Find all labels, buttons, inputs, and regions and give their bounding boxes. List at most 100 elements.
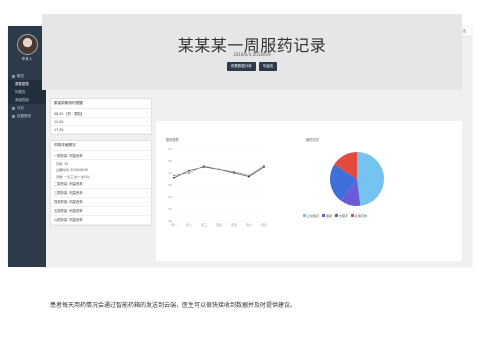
sidebar-item-settings[interactable]: 设置修改: [8, 112, 46, 120]
sidebar-item-label: 周数据表: [15, 81, 29, 86]
medicine-name: 五周药量: 阿莫西林: [54, 209, 83, 214]
reminder-row[interactable]: 12:30 ›: [51, 118, 151, 126]
legend-item: 未服药: [335, 214, 348, 218]
chevron-right-icon: ›: [146, 119, 148, 124]
medicine-row-expanded[interactable]: 一周药量: 阿莫西林 ⌄: [51, 151, 151, 160]
x-tick-label: 周四: [216, 222, 222, 227]
gear-icon: [12, 114, 15, 118]
pie-chart-title: 服药情况: [306, 138, 319, 142]
x-tick-label: 周六: [246, 222, 252, 227]
legend-label: 正常服药: [307, 214, 320, 218]
data-point: [263, 164, 265, 167]
medicine-row[interactable]: 六周药量: 阿莫西林 ›: [51, 216, 151, 225]
y-tick-label: 80: [168, 159, 172, 163]
hero-banner: 某某某一周服药记录 2018/6/3-2018/6/9 查看数据分析 写留言: [42, 14, 462, 90]
pie-legend: 正常服药 漏服 未服药 补服药物: [303, 214, 367, 218]
y-tick-label: 90: [168, 147, 172, 151]
legend-label: 漏服: [326, 214, 333, 218]
y-tick-label: 50: [168, 195, 172, 199]
y-tick-label: 60: [168, 183, 172, 187]
medicine-row[interactable]: 二周药量: 阿莫西林 ›: [51, 180, 151, 189]
chevron-right-icon: ›: [146, 208, 148, 213]
chevron-right-icon: ›: [146, 190, 148, 195]
x-tick-label: 周日: [261, 222, 267, 227]
chevron-down-icon: ⌄: [145, 153, 148, 157]
legend-label: 补服药物: [355, 214, 368, 218]
panel-title: 药物详细情况: [51, 141, 151, 151]
line-chart-title: 服药趋势: [166, 138, 179, 142]
user-name: 李某人: [21, 57, 33, 61]
pie-slice: [357, 152, 385, 206]
reminder-time: 17:30: [54, 127, 64, 132]
legend-swatch: [335, 214, 339, 217]
pie-chart: [330, 152, 385, 206]
sidebar-item-comments[interactable]: 评论: [8, 104, 46, 112]
data-point: [248, 174, 250, 177]
sidebar-item-label: 列表页: [15, 89, 26, 94]
sidebar-item-label: 评论: [17, 105, 24, 110]
chevron-right-icon: ›: [146, 111, 148, 115]
medicine-name: 六周药量: 阿莫西林: [54, 218, 83, 223]
chevron-right-icon: ›: [146, 181, 148, 186]
x-tick-label: 周二: [186, 222, 192, 227]
medicine-row[interactable]: 四周药量: 阿莫西林 ›: [51, 198, 151, 207]
data-point: [188, 169, 190, 172]
legend-swatch: [322, 214, 326, 217]
legend-swatch: [351, 214, 355, 217]
view-analysis-button[interactable]: 查看数据分析: [226, 62, 256, 71]
x-tick-label: 周五: [231, 222, 237, 227]
date-range: 2018/6/3-2018/6/9: [233, 52, 271, 57]
medicine-name: 四周药量: 阿莫西林: [54, 200, 83, 205]
medicine-name: 一周药量: 阿莫西林: [54, 153, 83, 158]
reminder-time: 08:30 【药 · 颗粒】: [54, 111, 85, 116]
data-point: [233, 170, 235, 173]
data-point: [188, 172, 190, 174]
sidebar-item-label: 添加药品: [15, 97, 29, 102]
line-chart: 30405060708090周一 周二 周三 周四 周五 周六 周日: [168, 147, 267, 227]
medicine-panel: 药物详细情况 一周药量: 阿莫西林 ⌄ 剂量: 30 过期时间: 2018/06/…: [50, 140, 152, 226]
chevron-right-icon: ›: [146, 217, 148, 222]
legend-item: 正常服药: [303, 214, 319, 218]
reminder-time: 12:30: [54, 119, 64, 124]
data-point: [218, 168, 220, 171]
sidebar-subitem-add-medicine[interactable]: 添加药品: [8, 96, 46, 104]
home-icon: [12, 74, 15, 78]
panel-title: 患者周期用药提醒: [51, 99, 151, 109]
data-point: [173, 176, 175, 179]
medicine-detail: 过期时间: 2018/06/30: [56, 168, 89, 173]
chevron-right-icon: ›: [146, 199, 148, 204]
medicine-detail: 剂量: 一天三次(一次2片): [56, 174, 91, 179]
y-tick-label: 70: [168, 171, 172, 175]
sidebar-nav: 概览 周数据表 列表页 添加药品 评论 设置修改: [8, 72, 46, 120]
hero-actions: 查看数据分析 写留言: [42, 62, 462, 71]
chart-area: 服药趋势 30 40 50 60 70 80 90 周一 周二 周三 周四 周五 周六 周日 服药情况 正…: [156, 121, 462, 261]
sidebar: 李某人 概览 周数据表 列表页 添加药品 评论 设置修改: [8, 26, 46, 267]
sidebar-item-overview[interactable]: 概览: [8, 72, 46, 80]
legend-item: 补服药物: [351, 214, 367, 218]
x-tick-label: 周一: [171, 222, 177, 227]
legend-item: 漏服: [322, 214, 332, 218]
medicine-row[interactable]: 三周药量: 阿莫西林 ›: [51, 189, 151, 198]
x-tick-label: 周三: [201, 222, 207, 227]
sidebar-item-label: 概览: [17, 73, 24, 78]
series-line: [173, 165, 265, 176]
legend-label: 未服药: [339, 214, 349, 218]
reminder-row[interactable]: 08:30 【药 · 颗粒】 ›: [51, 109, 151, 118]
medicine-detail: 剂量: 30: [56, 161, 69, 166]
reminder-row[interactable]: 17:30 ›: [51, 126, 151, 134]
write-message-button[interactable]: 写留言: [258, 62, 278, 71]
sidebar-subitem-weekly[interactable]: 周数据表: [8, 80, 46, 88]
y-tick-label: 40: [168, 207, 172, 211]
chevron-right-icon: ›: [146, 127, 148, 132]
reminder-panel: 患者周期用药提醒 08:30 【药 · 颗粒】 › 12:30 › 17:30 ›: [50, 98, 152, 135]
avatar[interactable]: [17, 34, 38, 55]
comment-icon: [12, 106, 15, 110]
medicine-name: 三周药量: 阿莫西林: [54, 191, 83, 196]
legend-swatch: [303, 214, 306, 217]
left-column: 患者周期用药提醒 08:30 【药 · 颗粒】 › 12:30 › 17:30 › 药…: [50, 98, 152, 231]
sidebar-subitem-list[interactable]: 列表页: [8, 88, 46, 96]
medicine-row[interactable]: 五周药量: 阿莫西林 ›: [51, 207, 151, 216]
sidebar-item-label: 设置修改: [17, 113, 31, 118]
medicine-name: 二周药量: 阿莫西林: [54, 182, 83, 187]
data-point: [203, 164, 205, 167]
